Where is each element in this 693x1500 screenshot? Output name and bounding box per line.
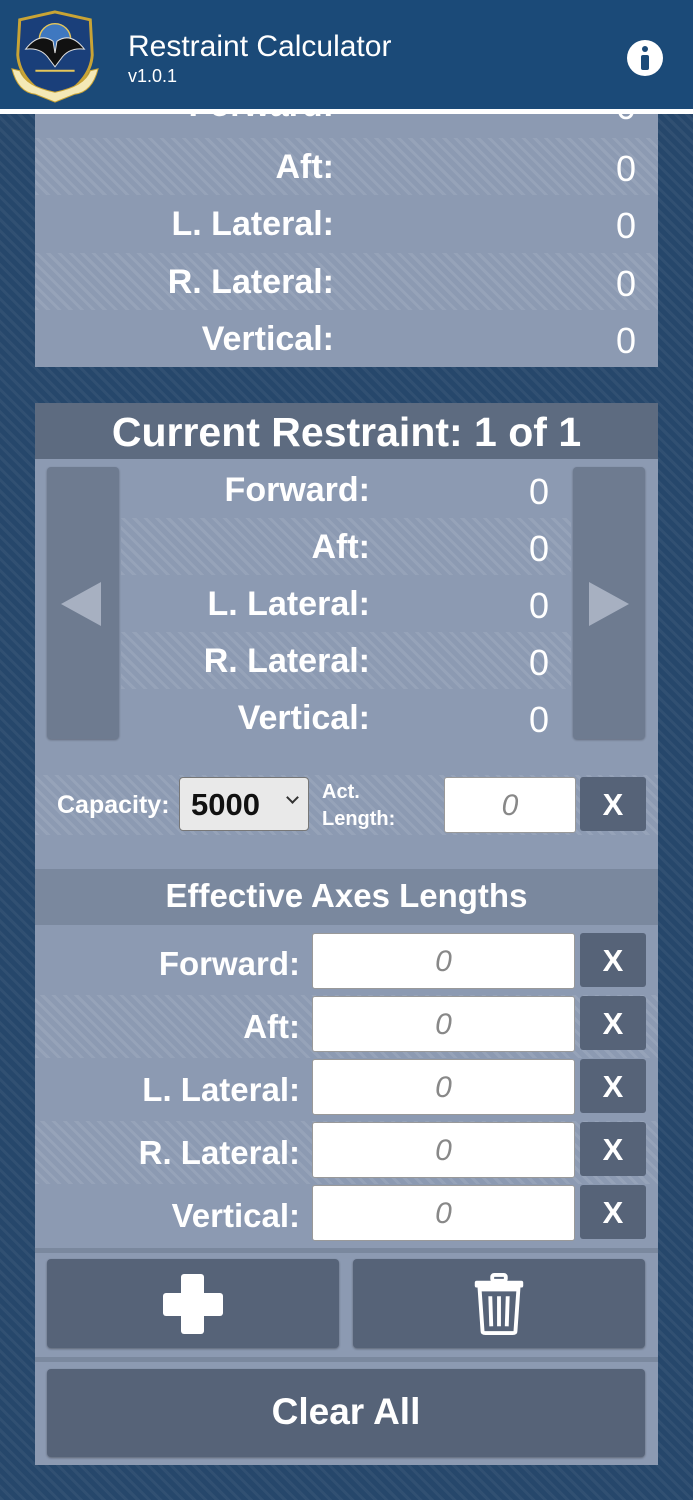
app-header: Restraint Calculator v1.0.1 [0,0,693,114]
current-label: Aft: [311,528,370,566]
effective-vertical-input[interactable]: 0 [312,1185,575,1241]
current-value: 0 [528,471,549,512]
current-label: R. Lateral: [203,642,370,680]
current-value: 0 [528,642,549,683]
effective-forward-input[interactable]: 0 [312,933,575,989]
current-value: 0 [528,585,549,626]
effective-axes-header: Effective Axes Lengths [35,869,658,925]
current-row-vertical: Vertical: 0 [121,689,571,746]
current-restraint-panel: Current Restraint: 1 of 1 Forward: 0 Aft… [35,403,658,1465]
current-label: L. Lateral: [207,585,370,623]
clear-vertical-button[interactable]: X [580,1185,646,1239]
totals-row-l-lateral: L. Lateral: 0 [35,195,658,252]
totals-label: Vertical: [201,320,334,358]
app-version: v1.0.1 [128,66,178,86]
capacity-row: Capacity: 5000 Act. Length: 0 X [35,775,658,835]
effective-axes-title: Effective Axes Lengths [165,877,528,914]
capacity-select[interactable]: 5000 [179,777,309,831]
effective-aft-input[interactable]: 0 [312,996,575,1052]
current-label: Forward: [224,471,370,509]
effective-label: R. Lateral: [138,1134,300,1171]
next-restraint-button[interactable] [573,467,645,739]
current-value: 0 [528,528,549,569]
app-title: Restraint Calculator [128,30,392,63]
current-row-forward: Forward: 0 [121,461,571,518]
clear-all-button[interactable]: Clear All [47,1369,645,1457]
current-row-l-lateral: L. Lateral: 0 [121,575,571,632]
effective-row-forward: Forward: 0 X [35,932,658,995]
effective-row-aft: Aft: 0 X [35,995,658,1058]
clear-all-label: Clear All [271,1391,421,1432]
current-value: 0 [528,699,549,740]
current-label: Vertical: [237,699,370,737]
totals-label: L. Lateral: [171,205,334,243]
add-restraint-button[interactable] [47,1259,339,1348]
effective-l-lateral-input[interactable]: 0 [312,1059,575,1115]
capacity-label: Capacity: [57,791,170,819]
clear-act-length-button[interactable]: X [580,777,646,831]
totals-row-r-lateral: R. Lateral: 0 [35,253,658,310]
totals-value: 0 [615,205,636,246]
totals-row-vertical: Vertical: 0 [35,310,658,367]
totals-label: R. Lateral: [167,263,334,301]
current-row-aft: Aft: 0 [121,518,571,575]
effective-label: Vertical: [171,1197,300,1234]
totals-value: 0 [615,263,636,304]
clear-l-lateral-button[interactable]: X [580,1059,646,1113]
clear-forward-button[interactable]: X [580,933,646,987]
act-length-placeholder: 0 [501,789,519,822]
effective-r-lateral-input[interactable]: 0 [312,1122,575,1178]
divider [35,1248,658,1253]
totals-value: 0 [615,148,636,189]
capacity-value: 5000 [191,787,260,822]
effective-label: Aft: [243,1008,300,1045]
divider [35,1357,658,1362]
chevron-down-icon [286,791,299,804]
clear-aft-button[interactable]: X [580,996,646,1050]
effective-row-r-lateral: R. Lateral: 0 X [35,1121,658,1184]
previous-restraint-button[interactable] [47,467,119,739]
info-button[interactable] [627,40,663,76]
left-arrow-icon [61,582,101,626]
totals-label: Aft: [275,148,334,186]
totals-value: 0 [615,320,636,361]
act-length-label: Act. Length: [322,781,396,830]
restraint-totals-panel: Forward: 0 Aft: 0 L. Lateral: 0 R. Later… [35,114,658,367]
effective-label: L. Lateral: [142,1071,300,1108]
delete-restraint-button[interactable] [353,1259,645,1348]
effective-label: Forward: [158,945,300,982]
current-restraint-header: Current Restraint: 1 of 1 [35,403,658,459]
totals-row-aft: Aft: 0 [35,138,658,195]
clear-r-lateral-button[interactable]: X [580,1122,646,1176]
right-arrow-icon [589,582,629,626]
current-restraint-title: Current Restraint: 1 of 1 [111,409,582,455]
act-length-input[interactable]: 0 [444,777,576,833]
effective-row-l-lateral: L. Lateral: 0 X [35,1058,658,1121]
effective-row-vertical: Vertical: 0 X [35,1184,658,1247]
usaf-expeditionary-school-logo [11,10,99,103]
trash-icon [474,1273,524,1335]
current-row-r-lateral: R. Lateral: 0 [121,632,571,689]
